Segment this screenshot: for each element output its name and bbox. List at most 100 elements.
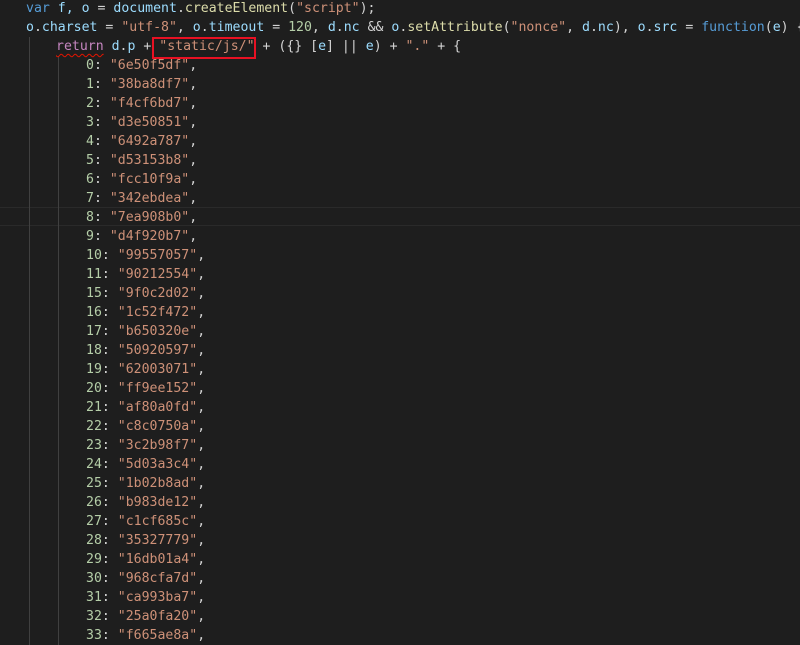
- code-line: o.charset = "utf-8", o.timeout = 120, d.…: [26, 20, 800, 35]
- d-object: d: [327, 20, 336, 35]
- chunk-hash-string: "90212554": [117, 267, 198, 282]
- var-e: e: [318, 39, 327, 54]
- chunk-id: 30: [86, 571, 102, 586]
- hash-entry-line: 15: "9f0c2d02",: [86, 286, 206, 301]
- hash-entry-line: 20: "ff9ee152",: [86, 381, 206, 396]
- chunk-hash-string: "99557057": [117, 248, 198, 263]
- param-e: e: [772, 20, 781, 35]
- chunk-id: 31: [86, 590, 102, 605]
- chunk-hash-string: "50920597": [117, 343, 198, 358]
- chunk-id: 23: [86, 438, 102, 453]
- chunk-id: 4: [86, 134, 94, 149]
- chunk-hash-string: "f665ae8a": [117, 628, 198, 643]
- o-object: o: [637, 20, 646, 35]
- hash-entry-line: 11: "90212554",: [86, 267, 206, 282]
- chunk-id: 29: [86, 552, 102, 567]
- chunk-hash-string: "6492a787": [109, 134, 190, 149]
- timeout-prop: timeout: [208, 20, 265, 35]
- nc-prop: nc: [597, 20, 614, 35]
- chunk-hash-string: "1c52f472": [117, 305, 198, 320]
- chunk-id: 6: [86, 172, 94, 187]
- hash-entry-line: 17: "b650320e",: [86, 324, 206, 339]
- chunk-hash-string: "968cfa7d": [117, 571, 198, 586]
- keyword-var: var: [26, 1, 50, 16]
- chunk-id: 28: [86, 533, 102, 548]
- chunk-id: 19: [86, 362, 102, 377]
- hash-entry-line: 30: "968cfa7d",: [86, 571, 206, 586]
- chunk-hash-string: "38ba8df7": [109, 77, 190, 92]
- chunk-hash-string: "1b02b8ad": [117, 476, 198, 491]
- chunk-hash-string: "25a0fa20": [117, 609, 198, 624]
- hash-entry-line: 5: "d53153b8",: [86, 153, 198, 168]
- code-line: return d.p + "static/js/" + ({} [e] || e…: [56, 39, 462, 54]
- hash-entry-line: 16: "1c52f472",: [86, 305, 206, 320]
- chunk-hash-string: "7ea908b0": [109, 210, 190, 225]
- hash-entry-line: 1: "38ba8df7",: [86, 77, 198, 92]
- o-object: o: [391, 20, 400, 35]
- chunk-hash-string: "9f0c2d02": [117, 286, 198, 301]
- chunk-hash-string: "35327779": [117, 533, 198, 548]
- chunk-hash-string: "d4f920b7": [109, 229, 190, 244]
- src-prop: src: [653, 20, 678, 35]
- chunk-hash-string: "c1cf685c": [117, 514, 198, 529]
- code-line: var f, o = document.createElement("scrip…: [26, 1, 376, 16]
- nc-prop: nc: [343, 20, 360, 35]
- chunk-id: 21: [86, 400, 102, 415]
- document-object: document: [113, 1, 177, 16]
- assign-op: =: [97, 1, 106, 16]
- chunk-hash-string: "5d03a3c4": [117, 457, 198, 472]
- chunk-hash-string: "f4cf6bd7": [109, 96, 190, 111]
- chunk-hash-string: "62003071": [117, 362, 198, 377]
- hash-entry-line: 25: "1b02b8ad",: [86, 476, 206, 491]
- chunk-hash-string: "d3e50851": [109, 115, 190, 130]
- indent-guide: [29, 37, 30, 645]
- chunk-hash-string: "ca993ba7": [117, 590, 198, 605]
- and-op: &&: [367, 20, 384, 35]
- chunk-id: 20: [86, 381, 102, 396]
- d-object: d: [582, 20, 590, 35]
- var-e: e: [365, 39, 374, 54]
- annotation-highlight-box: [152, 37, 256, 59]
- o-object: o: [26, 20, 34, 35]
- hash-entry-line: 29: "16db01a4",: [86, 552, 206, 567]
- chunk-hash-string: "6e50f5df": [109, 58, 190, 73]
- chunk-id: 8: [86, 210, 94, 225]
- chunk-id: 22: [86, 419, 102, 434]
- hash-entry-line: 19: "62003071",: [86, 362, 206, 377]
- chunk-id: 27: [86, 514, 102, 529]
- chunk-id: 1: [86, 77, 94, 92]
- hash-entry-line: 33: "f665ae8a",: [86, 628, 206, 643]
- chunk-id: 9: [86, 229, 94, 244]
- chunk-id: 26: [86, 495, 102, 510]
- chunk-id: 7: [86, 191, 94, 206]
- chunk-hash-string: "b983de12": [117, 495, 198, 510]
- code-editor[interactable]: var f, o = document.createElement("scrip…: [0, 0, 800, 645]
- chunk-id: 24: [86, 457, 102, 472]
- chunk-hash-string: "16db01a4": [117, 552, 198, 567]
- set-attribute-method: setAttribute: [407, 20, 503, 35]
- dot-string: ".": [405, 39, 430, 54]
- chunk-hash-string: "ff9ee152": [117, 381, 198, 396]
- hash-entry-line: 8: "7ea908b0",: [86, 210, 198, 225]
- chunk-hash-string: "fcc10f9a": [109, 172, 190, 187]
- chunk-id: 0: [86, 58, 94, 73]
- script-string: "script": [296, 1, 360, 16]
- hash-entry-line: 24: "5d03a3c4",: [86, 457, 206, 472]
- charset-prop: charset: [41, 20, 98, 35]
- chunk-hash-string: "c8c0750a": [117, 419, 198, 434]
- chunk-id: 32: [86, 609, 102, 624]
- create-element-method: createElement: [184, 1, 289, 16]
- hash-entry-line: 26: "b983de12",: [86, 495, 206, 510]
- chunk-hash-string: "d53153b8": [109, 153, 190, 168]
- chunk-id: 17: [86, 324, 102, 339]
- o-object: o: [192, 20, 201, 35]
- hash-entry-line: 28: "35327779",: [86, 533, 206, 548]
- hash-entry-line: 27: "c1cf685c",: [86, 514, 206, 529]
- return-keyword: return: [56, 39, 104, 54]
- var-names: f, o: [57, 1, 90, 16]
- hash-entry-line: 23: "3c2b98f7",: [86, 438, 206, 453]
- chunk-id: 33: [86, 628, 102, 643]
- chunk-hash-string: "af80a0fd": [117, 400, 198, 415]
- hash-entry-line: 4: "6492a787",: [86, 134, 198, 149]
- chunk-id: 18: [86, 343, 102, 358]
